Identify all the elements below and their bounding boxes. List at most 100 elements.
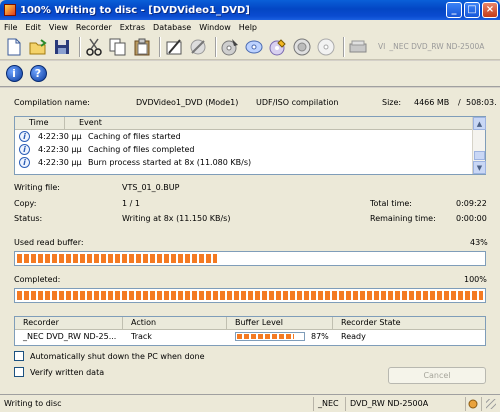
cd-icon[interactable] — [244, 37, 264, 57]
compilation-name-value: DVDVideo1_DVD (Mode1) — [136, 98, 239, 107]
menu-bar: File Edit View Recorder Extras Database … — [0, 20, 500, 34]
col-event[interactable]: Event — [65, 117, 471, 129]
menu-database[interactable]: Database — [153, 23, 191, 32]
size-separator: / — [458, 98, 461, 107]
completed-progress — [14, 288, 486, 303]
info-icon: i — [19, 131, 30, 142]
recorder-select[interactable]: _NEC DVD_RW ND-2500A — [389, 42, 484, 51]
checkbox-box[interactable] — [14, 351, 24, 361]
auto-shutdown-checkbox[interactable]: Automatically shut down the PC when done — [14, 351, 205, 361]
verify-label: Verify written data — [30, 367, 105, 377]
compilation-name-label: Compilation name: — [14, 98, 90, 107]
status-recorder-model: DVD_RW ND-2500A — [346, 396, 466, 411]
toolbar-separator — [215, 36, 217, 57]
remaining-time-label: Remaining time: — [370, 214, 436, 223]
info-icon: i — [19, 144, 30, 155]
disc-edit-icon[interactable] — [268, 37, 288, 57]
checkbox-box[interactable] — [14, 367, 24, 377]
recorder-name: _NEC DVD_RW ND-25... — [23, 332, 117, 341]
menu-view[interactable]: View — [49, 23, 68, 32]
recorder-buffer-percent: 87% — [311, 332, 329, 341]
minimize-button[interactable]: _ — [446, 2, 462, 18]
size-value: 4466 MB — [414, 98, 450, 107]
properties-icon[interactable] — [164, 37, 184, 57]
menu-window[interactable]: Window — [199, 23, 231, 32]
paste-icon[interactable] — [132, 37, 152, 57]
open-icon[interactable] — [28, 37, 48, 57]
burn-progress-panel: Compilation name: DVDVideo1_DVD (Mode1) … — [0, 88, 500, 394]
new-icon[interactable] — [4, 37, 24, 57]
scroll-thumb[interactable] — [474, 151, 485, 160]
completed-percent: 100% — [464, 275, 487, 284]
eject-icon[interactable] — [292, 37, 312, 57]
window-title: 100% Writing to disc - [DVDVideo1_DVD] — [20, 4, 250, 16]
status-text: Writing to disc — [0, 396, 314, 411]
col-action[interactable]: Action — [123, 316, 227, 330]
cancel-button[interactable]: Cancel — [388, 367, 486, 384]
info-icon-glyph: i — [5, 65, 23, 82]
erase-icon[interactable] — [188, 37, 208, 57]
event-log-header: Time Event — [15, 117, 485, 130]
read-buffer-fill — [17, 254, 218, 263]
read-buffer-label: Used read buffer: — [14, 238, 84, 247]
status-value: Writing at 8x (11.150 KB/s) — [122, 214, 231, 223]
col-buffer-level[interactable]: Buffer Level — [227, 316, 333, 330]
recorder-icon[interactable] — [348, 37, 368, 57]
recorder-table-header: Recorder Action Buffer Level Recorder St… — [15, 316, 485, 330]
read-buffer-progress — [14, 251, 486, 266]
verify-checkbox[interactable]: Verify written data — [14, 367, 104, 377]
recorder-buffer-cell: 87% — [227, 332, 333, 341]
table-row[interactable]: _NEC DVD_RW ND-25... Track 87% Ready — [15, 330, 485, 343]
recorder-table[interactable]: Recorder Action Buffer Level Recorder St… — [14, 316, 486, 346]
recorder-state: Ready — [341, 332, 366, 341]
menu-edit[interactable]: Edit — [25, 23, 41, 32]
event-time: 4:22:30 μμ — [38, 132, 82, 141]
list-item[interactable]: i 4:22:30 μμ Caching of files started — [15, 130, 485, 143]
disc-blank-icon[interactable] — [316, 37, 336, 57]
app-icon — [4, 4, 16, 16]
toolbar-separator — [159, 36, 161, 57]
status-recorder-vendor: _NEC — [314, 396, 346, 411]
maximize-button[interactable]: □ — [464, 2, 480, 18]
total-time-value: 0:09:22 — [456, 199, 487, 208]
status-label: Status: — [14, 214, 43, 223]
event-text: Burn process started at 8x (11.080 KB/s) — [88, 158, 252, 167]
col-recorder-state[interactable]: Recorder State — [333, 317, 485, 330]
help-icon[interactable]: ? — [28, 64, 48, 84]
close-button[interactable]: × — [482, 2, 498, 18]
list-item[interactable]: i 4:22:30 μμ Caching of files completed — [15, 143, 485, 156]
event-time: 4:22:30 μμ — [38, 158, 82, 167]
copy-label: Copy: — [14, 199, 37, 208]
compilation-format: UDF/ISO compilation — [256, 98, 339, 107]
menu-help[interactable]: Help — [239, 23, 257, 32]
cut-icon[interactable] — [84, 37, 104, 57]
menu-recorder[interactable]: Recorder — [76, 23, 112, 32]
read-buffer-percent: 43% — [470, 238, 488, 247]
resize-grip[interactable] — [486, 398, 496, 409]
event-log-scrollbar[interactable]: ▲ ▼ — [472, 117, 486, 174]
drive-letter: VI — [378, 42, 386, 51]
info-icon[interactable]: i — [4, 64, 24, 84]
scroll-down-button[interactable]: ▼ — [473, 161, 486, 174]
scroll-up-button[interactable]: ▲ — [473, 117, 486, 130]
copy-value: 1 / 1 — [122, 199, 140, 208]
event-text: Caching of files started — [88, 132, 181, 141]
recorder-buffer-fill — [237, 334, 295, 339]
burn-icon[interactable] — [220, 37, 240, 57]
remaining-time-value: 0:00:00 — [456, 214, 487, 223]
list-item[interactable]: i 4:22:30 μμ Burn process started at 8x … — [15, 156, 485, 169]
event-time: 4:22:30 μμ — [38, 145, 82, 154]
save-icon[interactable] — [52, 37, 72, 57]
col-time[interactable]: Time — [15, 117, 65, 129]
recorder-action: Track — [131, 332, 152, 341]
title-bar[interactable]: 100% Writing to disc - [DVDVideo1_DVD] _… — [0, 0, 500, 20]
recorder-buffer-bar — [235, 332, 305, 341]
info-toolbar: i ? — [0, 61, 500, 87]
main-toolbar: VI _NEC DVD_RW ND-2500A — [0, 34, 500, 60]
event-log[interactable]: Time Event i 4:22:30 μμ Caching of files… — [14, 116, 486, 175]
copy-icon[interactable] — [108, 37, 128, 57]
menu-extras[interactable]: Extras — [120, 23, 145, 32]
menu-file[interactable]: File — [4, 23, 17, 32]
writing-file-label: Writing file: — [14, 183, 60, 192]
col-recorder[interactable]: Recorder — [15, 316, 123, 330]
